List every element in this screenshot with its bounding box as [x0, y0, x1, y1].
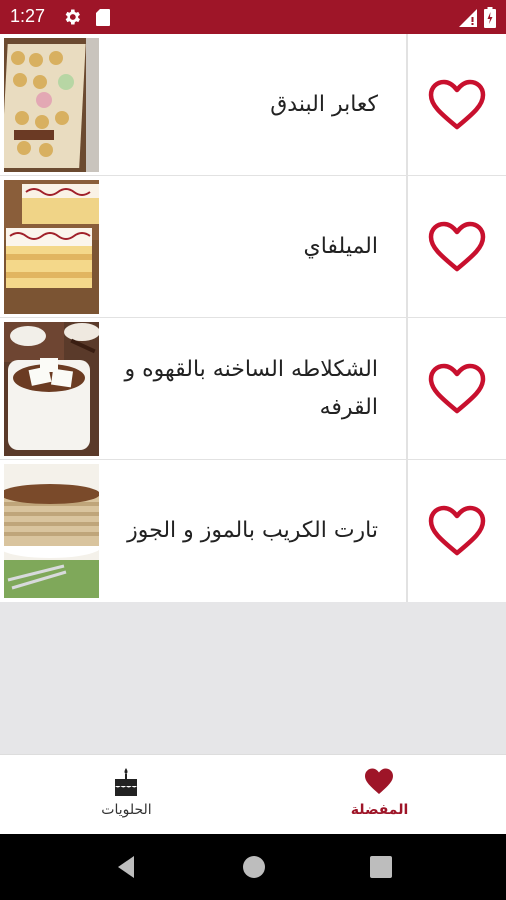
recipe-thumbnail	[4, 322, 99, 456]
bottom-navigation: الحلويات المفضلة	[0, 754, 506, 834]
heart-outline-icon	[428, 221, 486, 272]
back-icon[interactable]	[114, 854, 140, 880]
list-item[interactable]: الميلفاي	[0, 176, 506, 318]
recipe-thumbnail	[4, 464, 99, 598]
row-divider	[406, 34, 408, 176]
heart-outline-icon	[428, 363, 486, 414]
cake-icon	[115, 768, 137, 796]
favorite-button[interactable]	[424, 214, 490, 280]
sd-card-icon	[96, 9, 110, 26]
row-divider	[406, 318, 408, 460]
recipe-title: الميلفاي	[303, 234, 378, 259]
system-navigation-bar	[0, 834, 506, 900]
favorite-button[interactable]	[424, 498, 490, 564]
status-bar: 1:27	[0, 0, 506, 34]
nav-item-favorites[interactable]: المفضلة	[253, 755, 506, 835]
recipe-thumbnail	[4, 38, 99, 172]
heart-filled-icon	[365, 768, 393, 794]
nav-item-sweets[interactable]: الحلويات	[0, 755, 253, 835]
favorites-list: كعابر البندق الميلفاي الشكلاطه الساخنه ب…	[0, 34, 506, 602]
recipe-title: تارت الكريب بالموز و الجوز	[127, 518, 378, 543]
recents-icon[interactable]	[368, 854, 394, 880]
heart-outline-icon	[428, 505, 486, 556]
gear-icon	[65, 9, 80, 25]
list-item[interactable]: تارت الكريب بالموز و الجوز	[0, 460, 506, 602]
recipe-title: الشكلاطه الساخنه بالقهوه و القرفه	[124, 357, 379, 420]
battery-icon	[484, 7, 496, 28]
recipe-thumbnail	[4, 180, 99, 314]
nav-label-favorites: المفضلة	[350, 802, 409, 818]
recipe-title: كعابر البندق	[270, 92, 378, 117]
nav-label-sweets: الحلويات	[101, 802, 152, 818]
home-icon[interactable]	[241, 854, 267, 880]
list-item[interactable]: الشكلاطه الساخنه بالقهوه و القرفه	[0, 318, 506, 460]
favorite-button[interactable]	[424, 356, 490, 422]
list-item[interactable]: كعابر البندق	[0, 34, 506, 176]
favorite-button[interactable]	[424, 72, 490, 138]
row-divider	[406, 176, 408, 318]
heart-outline-icon	[428, 79, 486, 130]
row-divider	[406, 460, 408, 602]
signal-icon	[459, 9, 477, 27]
status-time: 1:27	[10, 6, 46, 26]
